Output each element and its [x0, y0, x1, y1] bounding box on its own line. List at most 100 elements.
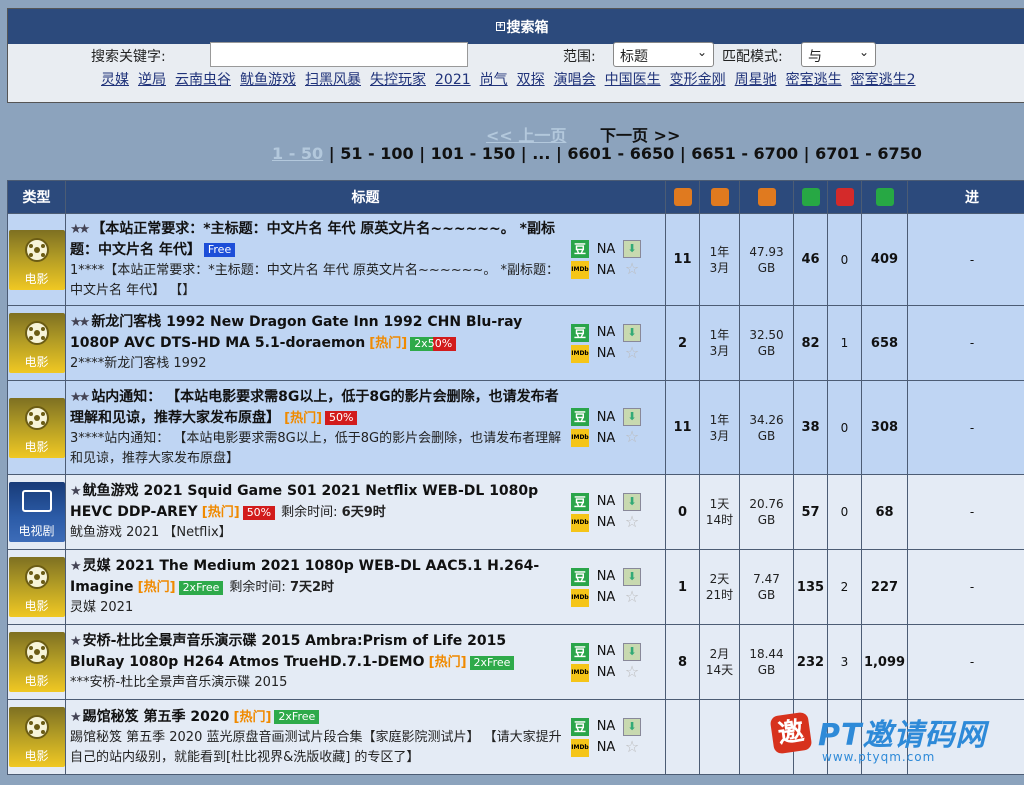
movie-category-icon[interactable]: 电影 [8, 707, 65, 767]
torrent-title-link[interactable]: 【本站正常要求：*主标题：中文片名 年代 原英文片名~~~~~~。 *副标题：中… [70, 221, 555, 258]
douban-icon[interactable]: 豆 [571, 567, 589, 586]
seeders-count[interactable]: 57 [793, 474, 828, 550]
download-icon[interactable]: ⬇ [623, 408, 641, 426]
quick-link[interactable]: 密室逃生2 [851, 72, 916, 88]
seeders-count[interactable]: 46 [793, 213, 828, 306]
bookmark-star-icon[interactable]: ☆ [623, 344, 641, 363]
movie-category-icon[interactable]: 电影 [8, 397, 65, 458]
header-type[interactable]: 类型 [7, 180, 66, 214]
seeders-count[interactable]: 232 [793, 624, 828, 700]
expand-icon[interactable]: + [495, 22, 505, 31]
imdb-icon[interactable]: IMDb [571, 588, 589, 607]
download-icon[interactable]: ⬇ [623, 642, 641, 661]
imdb-icon[interactable]: IMDb [571, 344, 589, 363]
quick-link[interactable]: 双探 [517, 72, 545, 88]
quick-link[interactable]: 尚气 [480, 72, 508, 88]
movie-category-icon[interactable]: 电影 [8, 632, 65, 692]
quick-link[interactable]: 扫黑风暴 [305, 72, 361, 88]
bookmark-star-icon[interactable]: ☆ [623, 513, 641, 532]
quick-link[interactable]: 逆局 [138, 72, 166, 88]
quick-link[interactable]: 周星驰 [735, 72, 777, 88]
leechers-count[interactable]: 1 [827, 305, 862, 381]
torrent-title-link[interactable]: 踢馆秘笈 第五季 2020 [83, 709, 230, 725]
imdb-icon[interactable]: IMDb [571, 429, 589, 447]
header-size[interactable] [739, 180, 794, 214]
seeders-count[interactable]: 82 [793, 305, 828, 381]
title-cell: ★★ 新龙门客栈 1992 New Dragon Gate Inn 1992 CH… [65, 305, 666, 381]
leechers-count[interactable]: 0 [827, 380, 862, 475]
douban-icon[interactable]: 豆 [571, 492, 589, 511]
imdb-icon[interactable]: IMDb [571, 663, 589, 682]
bookmark-star-icon[interactable]: ☆ [623, 588, 641, 607]
completed-count[interactable]: 68 [861, 474, 908, 550]
added-time-value: 1年 [709, 244, 730, 259]
completed-count[interactable]: 227 [861, 549, 908, 625]
page-link[interactable]: 6651 - 6700 [691, 144, 798, 163]
tv-category-icon[interactable]: 电视剧 [8, 482, 65, 542]
quick-link[interactable]: 变形金刚 [670, 72, 726, 88]
bookmark-star-icon[interactable]: ☆ [623, 429, 641, 447]
comments-count[interactable]: 11 [665, 380, 700, 475]
douban-icon[interactable]: 豆 [571, 717, 589, 736]
header-time[interactable] [699, 180, 740, 214]
imdb-icon[interactable]: IMDb [571, 738, 589, 757]
leechers-count[interactable]: 2 [827, 549, 862, 625]
download-icon[interactable]: ⬇ [623, 492, 641, 511]
movie-category-icon[interactable]: 电影 [8, 557, 65, 617]
comments-count[interactable]: 1 [665, 549, 700, 625]
match-mode-select[interactable]: 与 ⌄ [801, 42, 876, 67]
scope-select[interactable]: 标题 ⌄ [613, 42, 714, 67]
seeders-count[interactable]: 38 [793, 380, 828, 475]
comments-count[interactable]: 8 [665, 624, 700, 700]
douban-icon[interactable]: 豆 [571, 642, 589, 661]
leechers-count[interactable]: 0 [827, 213, 862, 306]
quick-link[interactable]: 中国医生 [605, 72, 661, 88]
comments-count[interactable]: 2 [665, 305, 700, 381]
completed-count[interactable]: 308 [861, 380, 908, 475]
quick-link[interactable]: 密室逃生 [786, 72, 842, 88]
download-icon[interactable]: ⬇ [623, 323, 641, 342]
keyword-input[interactable] [210, 42, 468, 67]
quick-link[interactable]: 云南虫谷 [175, 72, 231, 88]
douban-icon[interactable]: 豆 [571, 323, 589, 342]
douban-icon[interactable]: 豆 [571, 240, 589, 258]
page-link[interactable]: 51 - 100 [340, 144, 413, 163]
prev-page-link[interactable]: << 上一页 [486, 126, 566, 145]
imdb-icon[interactable]: IMDb [571, 513, 589, 532]
header-title[interactable]: 标题 [65, 180, 666, 214]
page-link[interactable]: 6701 - 6750 [815, 144, 922, 163]
movie-category-icon[interactable]: 电影 [8, 313, 65, 373]
download-icon[interactable]: ⬇ [623, 567, 641, 586]
quick-link[interactable]: 鱿鱼游戏 [240, 72, 296, 88]
search-box-header[interactable]: + 搜索箱 [8, 9, 1024, 44]
quick-link[interactable]: 灵媒 [101, 72, 129, 88]
leechers-count[interactable]: 3 [827, 624, 862, 700]
completed-count[interactable]: 658 [861, 305, 908, 381]
bookmark-star-icon[interactable]: ☆ [623, 261, 641, 279]
quick-link[interactable]: 失控玩家 [370, 72, 426, 88]
page-link[interactable]: 101 - 150 [431, 144, 516, 163]
header-more[interactable]: 进 [907, 180, 1024, 214]
seeders-count[interactable]: 135 [793, 549, 828, 625]
header-completed[interactable] [861, 180, 908, 214]
bookmark-star-icon[interactable]: ☆ [623, 663, 641, 682]
comments-count[interactable]: 11 [665, 213, 700, 306]
header-leechers[interactable] [827, 180, 862, 214]
next-page-link[interactable]: 下一页 >> [600, 126, 680, 145]
completed-count[interactable]: 1,099 [861, 624, 908, 700]
header-seeders[interactable] [793, 180, 828, 214]
quick-link[interactable]: 2021 [435, 72, 471, 88]
download-icon[interactable]: ⬇ [623, 240, 641, 258]
imdb-icon[interactable]: IMDb [571, 261, 589, 279]
header-comments[interactable] [665, 180, 700, 214]
comments-count[interactable]: 0 [665, 474, 700, 550]
download-icon[interactable]: ⬇ [623, 717, 641, 736]
movie-category-icon[interactable]: 电影 [8, 229, 65, 290]
comments-count[interactable] [665, 699, 700, 775]
completed-count[interactable]: 409 [861, 213, 908, 306]
bookmark-star-icon[interactable]: ☆ [623, 738, 641, 757]
quick-link[interactable]: 演唱会 [554, 72, 596, 88]
page-link[interactable]: 6601 - 6650 [567, 144, 674, 163]
leechers-count[interactable]: 0 [827, 474, 862, 550]
douban-icon[interactable]: 豆 [571, 408, 589, 426]
